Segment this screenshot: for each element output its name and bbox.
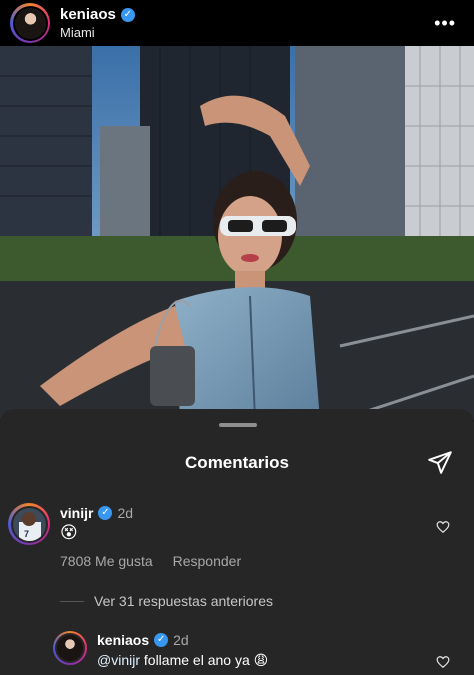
verified-badge-icon: ✓ (120, 7, 135, 22)
reply-item: keniaos ✓ 2d @vinijr follame el ano ya 😩 (8, 629, 468, 675)
reply-avatar-image (57, 635, 83, 661)
comment-text: 😵 (60, 523, 78, 542)
author-avatar[interactable] (10, 3, 50, 43)
author-avatar-image (14, 7, 46, 39)
reply-avatar[interactable] (53, 631, 87, 665)
reply-text: follame el ano ya 😩 (143, 652, 269, 668)
replies-divider (60, 600, 84, 602)
post-header: keniaos ✓ Miami ••• (0, 0, 474, 46)
reply-username[interactable]: keniaos (97, 632, 149, 648)
sheet-title: Comentarios (185, 453, 289, 472)
heart-outline-icon[interactable] (436, 655, 450, 669)
reply-time: 2d (173, 632, 189, 648)
post-photo-illustration (0, 46, 474, 420)
heart-outline-icon[interactable] (436, 520, 450, 534)
like-count[interactable]: 7808 Me gusta (60, 553, 153, 569)
reply-mention[interactable]: @vinijr (97, 652, 140, 668)
paper-plane-icon[interactable] (427, 449, 453, 475)
verified-badge-icon: ✓ (154, 633, 169, 647)
verified-badge-icon: ✓ (98, 506, 113, 520)
commenter-username[interactable]: vinijr (60, 505, 93, 521)
comment-time: 2d (117, 505, 134, 521)
post-photo[interactable] (0, 46, 474, 420)
comments-sheet: Comentarios 7 vinijr ✓ 2d 😵 7808 Me gust… (0, 409, 474, 675)
view-replies-button[interactable]: Ver 31 respuestas anteriores (60, 593, 273, 609)
svg-text:7: 7 (24, 529, 29, 539)
author-username[interactable]: keniaos (60, 6, 116, 23)
view-replies-label: Ver 31 respuestas anteriores (94, 593, 273, 609)
drag-handle[interactable] (219, 423, 257, 427)
more-options-button[interactable]: ••• (426, 9, 464, 38)
reply-button[interactable]: Responder (173, 553, 242, 569)
post-location[interactable]: Miami (60, 25, 135, 40)
commenter-avatar[interactable]: 7 (8, 503, 50, 545)
commenter-avatar-image: 7 (12, 507, 46, 541)
